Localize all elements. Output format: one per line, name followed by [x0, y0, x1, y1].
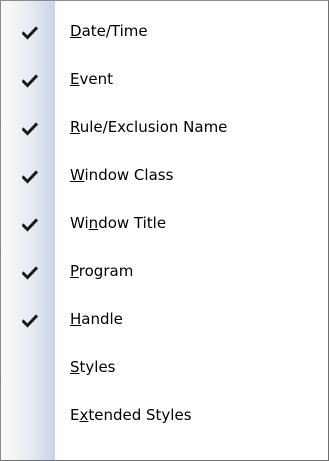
checkmark-icon [22, 170, 38, 184]
menu-item-rule-exclusion-name[interactable]: Rule/Exclusion Name [1, 104, 328, 152]
menu-item-label: Date/Time [70, 22, 148, 40]
checkmark-icon [22, 314, 38, 328]
menu-item-label: Handle [70, 310, 123, 328]
menu-item-date-time[interactable]: Date/Time [1, 8, 328, 56]
menu-item-window-class[interactable]: Window Class [1, 152, 328, 200]
checkmark-icon [22, 218, 38, 232]
context-menu: Date/Time Event Rule/Exclusion Name Window … [0, 0, 329, 461]
menu-item-label: Window Title [70, 214, 167, 232]
menu-item-event[interactable]: Event [1, 56, 328, 104]
menu-item-styles[interactable]: Styles [1, 344, 328, 392]
menu-item-label: Extended Styles [70, 406, 192, 424]
menu-item-extended-styles[interactable]: Extended Styles [1, 392, 328, 440]
menu-item-label: Rule/Exclusion Name [70, 118, 228, 136]
menu-item-label: Program [70, 262, 134, 280]
menu-item-handle[interactable]: Handle [1, 296, 328, 344]
checkmark-icon [22, 266, 38, 280]
menu-item-label: Window Class [70, 166, 174, 184]
menu-item-label: Event [70, 70, 113, 88]
checkmark-icon [22, 26, 38, 40]
menu-item-label: Styles [70, 358, 116, 376]
menu-item-program[interactable]: Program [1, 248, 328, 296]
menu-item-window-title[interactable]: Window Title [1, 200, 328, 248]
checkmark-icon [22, 74, 38, 88]
checkmark-icon [22, 122, 38, 136]
